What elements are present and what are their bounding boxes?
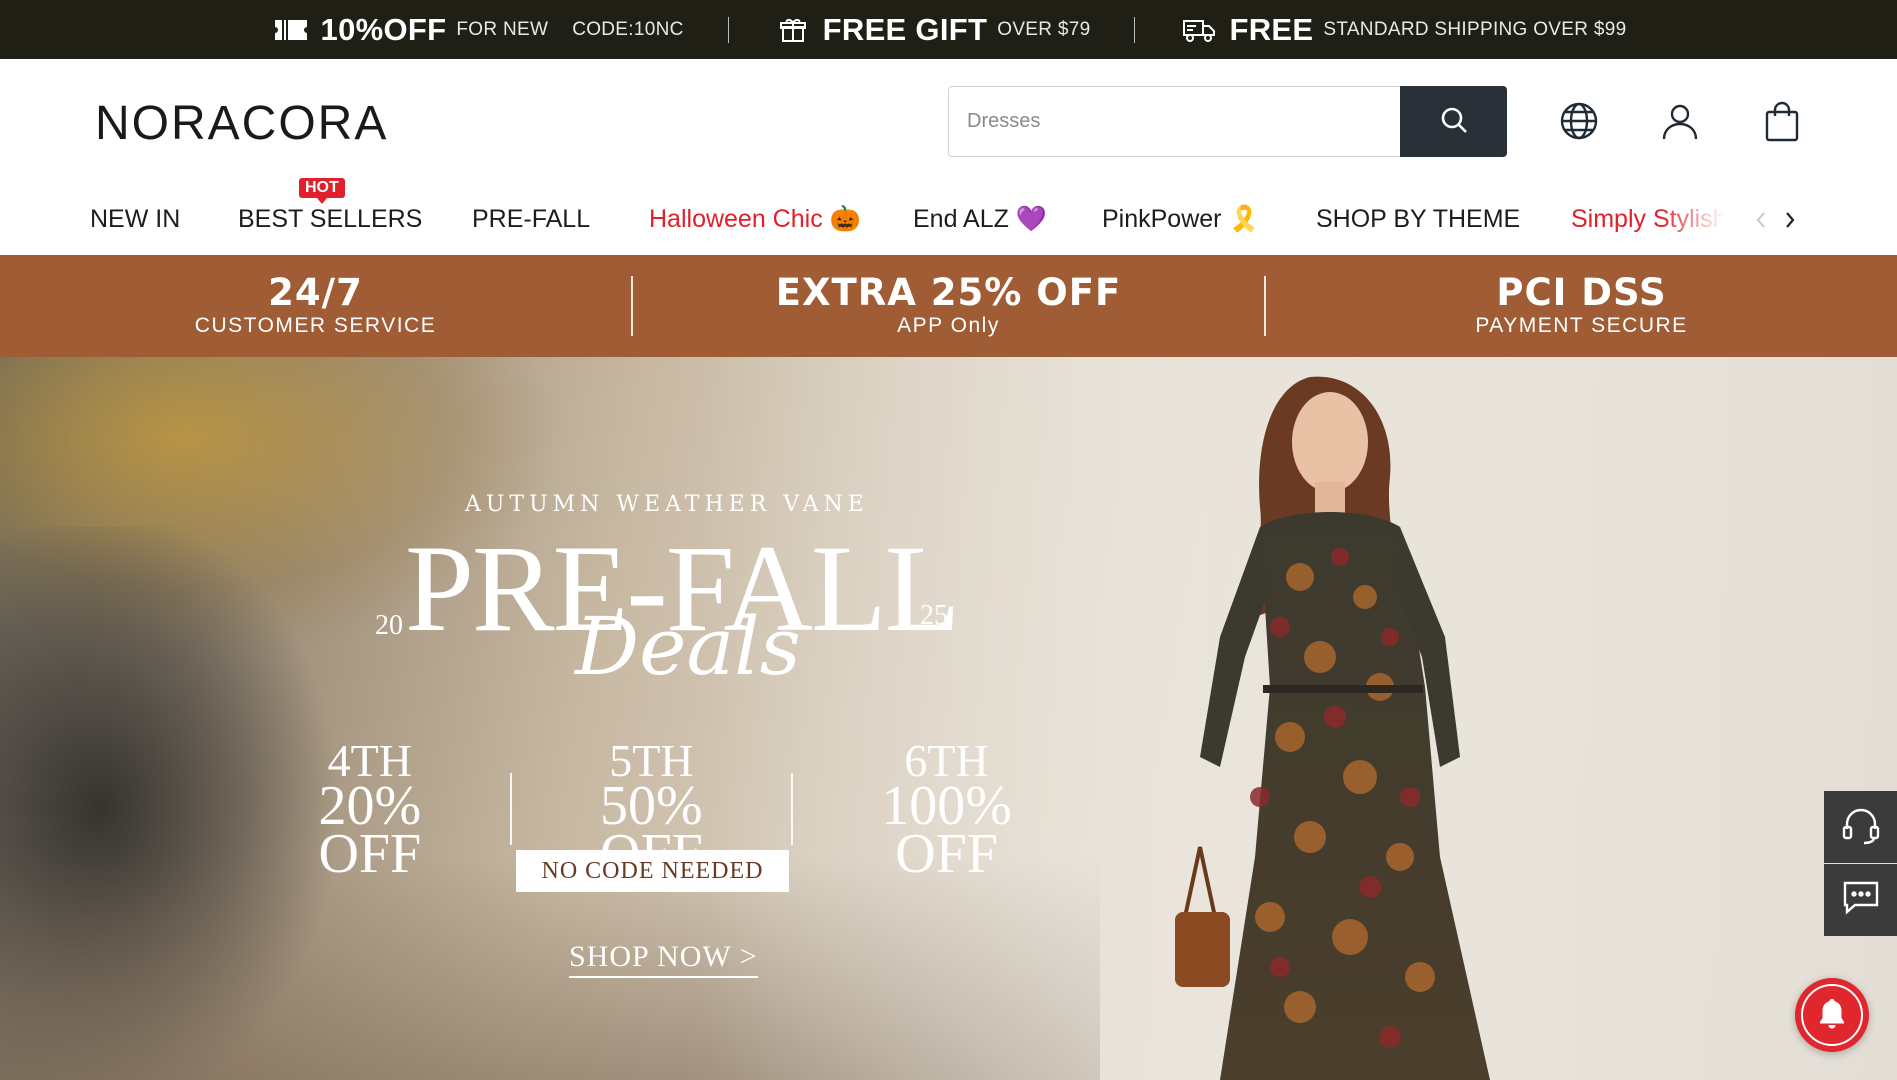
no-code-needed-badge: NO CODE NEEDED [516, 850, 789, 892]
headset-icon [1841, 805, 1881, 850]
strip-big-text: 24/7 [268, 270, 363, 314]
strip-big-text: PCI DSS [1496, 270, 1667, 314]
offer-discount: 100% OFF [881, 775, 1012, 885]
hot-badge: HOT [299, 178, 345, 204]
promo-free-gift[interactable]: FREE GIFT OVER $79 [729, 12, 1135, 48]
promo-gift-threshold: OVER $79 [997, 18, 1091, 40]
strip-app-offer[interactable]: EXTRA 25% OFF APP Only [633, 255, 1264, 357]
offer-discount: 20% OFF [318, 775, 422, 885]
nav-item-best-sellers[interactable]: BEST SELLERS [238, 205, 422, 234]
offer-tier: 6TH 100% OFF [793, 738, 1100, 885]
hero-arc-title: AUTUMN WEATHER VANE [465, 492, 869, 517]
promo-shipping-threshold: STANDARD SHIPPING OVER $99 [1323, 18, 1627, 40]
strip-big-text: EXTRA 25% OFF [775, 270, 1122, 314]
hero-text-block: AUTUMN WEATHER VANE 20 PRE-FALL Deals 25… [0, 357, 1100, 1080]
nav-item-shop-by-theme[interactable]: SHOP BY THEME [1316, 205, 1520, 234]
strip-small-text: CUSTOMER SERVICE [194, 314, 437, 338]
hero-year-right: 25 [920, 600, 948, 631]
globe-icon[interactable] [1557, 99, 1601, 143]
promo-discount-text: 10%OFF [320, 11, 447, 47]
hero-banner[interactable]: AUTUMN WEATHER VANE 20 PRE-FALL Deals 25… [0, 357, 1897, 1080]
nav-item-pre-fall[interactable]: PRE-FALL [472, 205, 590, 234]
promo-new-text: FOR NEW [456, 18, 549, 40]
promo-bar: 10%OFF FOR NEW CODE:10NC FREE GIFT OVER … [0, 0, 1897, 59]
nav-item-end-alz[interactable]: End ALZ 💜 [913, 205, 1047, 234]
nav-item-new-in[interactable]: NEW IN [90, 205, 180, 234]
nav-prev-arrow[interactable] [1749, 207, 1773, 233]
truck-icon [1179, 15, 1219, 45]
model-photo [1175, 376, 1490, 1080]
search-icon [1439, 105, 1469, 138]
ticket-icon [271, 15, 311, 45]
logo[interactable]: NORACORA [95, 96, 388, 151]
promo-new-customer[interactable]: 10%OFF FOR NEW CODE:10NC [227, 12, 728, 48]
hero-script-title: Deals [575, 600, 801, 693]
notification-bell-button[interactable] [1795, 978, 1869, 1052]
nav-item-pinkpower[interactable]: PinkPower 🎗️ [1102, 205, 1260, 234]
customer-support-button[interactable] [1824, 791, 1897, 863]
strip-small-text: PAYMENT SECURE [1475, 314, 1688, 338]
chat-button[interactable] [1824, 864, 1897, 936]
chat-bubble-icon [1841, 878, 1881, 923]
offer-tier: 4TH 20% OFF [230, 738, 510, 885]
site-header: NORACORA [0, 59, 1897, 185]
promo-code-text: CODE:10NC [572, 18, 684, 40]
nav-next-arrow[interactable] [1778, 207, 1802, 233]
main-nav: NEW IN BEST SELLERS PRE-FALL Halloween C… [0, 185, 1897, 255]
shopping-bag-icon[interactable] [1760, 99, 1804, 143]
gift-icon [773, 15, 813, 45]
account-icon[interactable] [1658, 99, 1702, 143]
strip-small-text: APP Only [897, 314, 1000, 338]
service-strip: 24/7 CUSTOMER SERVICE EXTRA 25% OFF APP … [0, 255, 1897, 357]
promo-gift-text: FREE GIFT [822, 11, 988, 47]
bell-icon [1817, 997, 1847, 1034]
search-bar [948, 86, 1507, 157]
strip-customer-service[interactable]: 24/7 CUSTOMER SERVICE [0, 255, 631, 357]
promo-shipping-text: FREE [1229, 11, 1314, 47]
nav-fade [1660, 185, 1740, 255]
search-button[interactable] [1400, 86, 1507, 157]
strip-payment-secure[interactable]: PCI DSS PAYMENT SECURE [1266, 255, 1897, 357]
nav-item-halloween-chic[interactable]: Halloween Chic 🎃 [649, 205, 861, 234]
promo-free-shipping[interactable]: FREE STANDARD SHIPPING OVER $99 [1135, 12, 1670, 48]
search-input[interactable] [948, 86, 1400, 157]
shop-now-link[interactable]: SHOP NOW > [569, 940, 758, 978]
hero-year-left: 20 [375, 610, 403, 641]
